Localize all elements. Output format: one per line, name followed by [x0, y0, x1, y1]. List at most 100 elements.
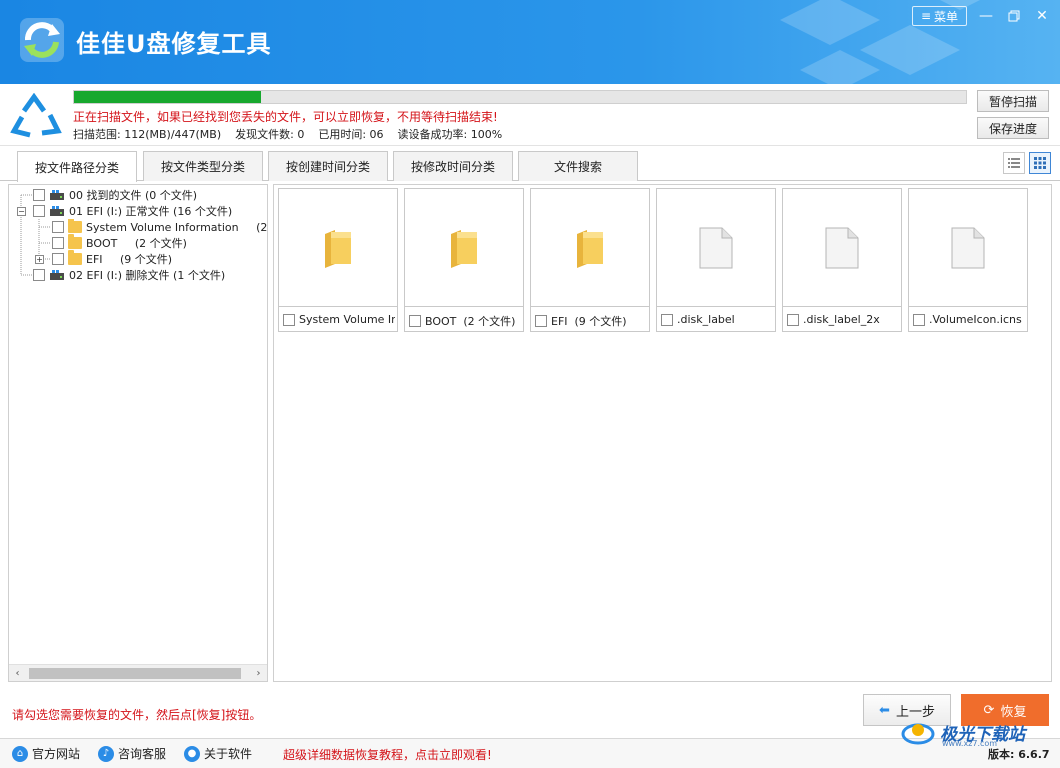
scroll-right-icon[interactable]: ›: [250, 665, 267, 682]
tree-item-efi-normal[interactable]: 01 EFI (I:) 正常文件 (16 个文件): [33, 203, 232, 219]
file-name: BOOT (2 个文件): [425, 315, 516, 328]
file-thumbnail: [783, 189, 901, 307]
file-thumbnail: [909, 189, 1027, 307]
file-checkbox[interactable]: [535, 315, 547, 327]
tree-checkbox[interactable]: [33, 189, 45, 201]
tab-by-created-time[interactable]: 按创建时间分类: [268, 151, 388, 181]
about-label: 关于软件: [204, 747, 253, 761]
scan-progress-bar: [73, 90, 967, 104]
tree-checkbox[interactable]: [52, 237, 64, 249]
tree-item-label: BOOT (2 个文件): [86, 237, 187, 250]
watermark: 极光下载站 www.xz7.com: [900, 716, 1025, 748]
file-card[interactable]: System Volume In...: [278, 188, 398, 332]
scan-status-area: 正在扫描文件，如果已经找到您丢失的文件，可以立即恢复，不用等待扫描结束! 扫描范…: [0, 84, 1060, 146]
tree-item-label: 01 EFI (I:) 正常文件 (16 个文件): [69, 205, 233, 218]
drive-icon: [50, 206, 64, 216]
customer-service-label: 咨询客服: [118, 747, 167, 761]
tree-item-label: System Volume Information (2 个文: [86, 221, 268, 234]
tree-item-label: 02 EFI (I:) 删除文件 (1 个文件): [69, 269, 226, 282]
list-view-icon: [1008, 158, 1020, 168]
file-checkbox[interactable]: [787, 313, 799, 326]
file-grid-panel: System Volume In... BOOT (2 个文件) EFI (9 …: [273, 184, 1052, 682]
scan-progress-fill: [74, 91, 262, 103]
tree-horizontal-scrollbar[interactable]: ‹ ›: [9, 664, 267, 681]
scroll-thumb[interactable]: [29, 668, 241, 679]
folder-icon: [68, 219, 82, 233]
file-checkbox[interactable]: [661, 313, 673, 326]
official-site-link[interactable]: ⌂ 官方网站: [12, 745, 80, 762]
tree-checkbox[interactable]: [52, 253, 64, 265]
file-caption: BOOT (2 个文件): [409, 313, 521, 329]
menu-button[interactable]: ≡ 菜单: [912, 6, 967, 26]
list-view-button[interactable]: [1003, 152, 1025, 174]
grid-view-button[interactable]: [1029, 152, 1051, 174]
tree-item-system-volume[interactable]: System Volume Information (2 个文: [52, 219, 268, 235]
app-logo-icon: [20, 18, 64, 62]
found-count: 发现文件数: 0: [235, 128, 305, 141]
scan-stats: 扫描范围: 112(MB)/447(MB) 发现文件数: 0 已用时间: 06 …: [73, 126, 502, 142]
watermark-url: www.xz7.com: [942, 739, 998, 748]
file-name: .disk_label_2x: [803, 313, 880, 326]
file-checkbox[interactable]: [913, 313, 925, 326]
scroll-left-icon[interactable]: ‹: [9, 665, 26, 682]
folder-icon: [451, 229, 477, 268]
tree-item-label: EFI (9 个文件): [86, 253, 173, 266]
file-caption: System Volume In...: [283, 313, 395, 326]
file-card[interactable]: BOOT (2 个文件): [404, 188, 524, 332]
file-card[interactable]: EFI (9 个文件): [530, 188, 650, 332]
app-title: 佳佳U盘修复工具: [76, 30, 272, 58]
folder-tree-panel: − + 00 找到的文件 (0 个文件) 01 EFI (I:) 正常文件 (1…: [8, 184, 268, 682]
file-card[interactable]: .disk_label_2x: [782, 188, 902, 332]
maximize-button[interactable]: [1003, 6, 1025, 26]
file-name: .VolumeIcon.icns: [929, 313, 1022, 326]
file-icon: [699, 227, 733, 268]
tree-item-boot[interactable]: BOOT (2 个文件): [52, 234, 187, 251]
customer-service-link[interactable]: ♪ 咨询客服: [98, 745, 166, 762]
tree-item-found-files[interactable]: 00 找到的文件 (0 个文件): [33, 187, 197, 203]
tab-by-path[interactable]: 按文件路径分类: [17, 151, 137, 182]
file-thumbnail: [279, 189, 397, 307]
tree-checkbox[interactable]: [33, 269, 45, 281]
tree-item-efi-deleted[interactable]: 02 EFI (I:) 删除文件 (1 个文件): [33, 267, 225, 283]
file-name: .disk_label: [677, 313, 735, 326]
file-thumbnail: [405, 189, 523, 307]
file-icon: [951, 227, 985, 268]
folder-icon: [325, 229, 351, 268]
file-card[interactable]: .disk_label: [656, 188, 776, 332]
home-icon: ⌂: [12, 745, 28, 762]
minimize-button[interactable]: —: [975, 6, 997, 26]
drive-icon: [50, 270, 64, 280]
file-name: EFI (9 个文件): [551, 315, 627, 328]
expand-toggle[interactable]: +: [35, 255, 44, 264]
tab-file-search[interactable]: 文件搜索: [518, 151, 638, 181]
scan-recycle-icon: [10, 93, 62, 138]
minimize-icon: —: [979, 8, 993, 24]
file-checkbox[interactable]: [283, 313, 295, 326]
user-icon: ●: [184, 745, 200, 762]
version-label: 版本: 6.6.7: [988, 748, 1050, 761]
file-checkbox[interactable]: [409, 315, 421, 327]
file-icon: [825, 227, 859, 268]
close-button[interactable]: ✕: [1031, 6, 1053, 26]
about-link[interactable]: ● 关于软件: [184, 745, 252, 762]
title-bar: 佳佳U盘修复工具 ≡ 菜单 — ✕: [0, 0, 1060, 84]
recover-hint: 请勾选您需要恢复的文件，然后点[恢复]按钮。: [12, 708, 262, 722]
collapse-toggle[interactable]: −: [17, 207, 26, 216]
file-caption: EFI (9 个文件): [535, 313, 647, 329]
file-card[interactable]: .VolumeIcon.icns: [908, 188, 1028, 332]
close-icon: ✕: [1036, 8, 1048, 24]
tutorial-promo-link[interactable]: 超级详细数据恢复教程，点击立即观看!: [283, 746, 492, 763]
tree-item-efi-folder[interactable]: EFI (9 个文件): [52, 250, 173, 267]
save-progress-button[interactable]: 保存进度: [977, 117, 1049, 139]
pause-scan-button[interactable]: 暂停扫描: [977, 90, 1049, 112]
tab-by-type[interactable]: 按文件类型分类: [143, 151, 263, 181]
tab-by-modified-time[interactable]: 按修改时间分类: [393, 151, 513, 181]
file-caption: .VolumeIcon.icns: [913, 313, 1025, 326]
folder-icon: [68, 250, 82, 265]
tree-checkbox[interactable]: [33, 205, 45, 217]
file-caption: .disk_label: [661, 313, 773, 326]
grid-view-icon: [1034, 157, 1046, 169]
tree-checkbox[interactable]: [52, 221, 64, 233]
category-tabs: 按文件路径分类 按文件类型分类 按创建时间分类 按修改时间分类 文件搜索: [0, 148, 1060, 182]
file-caption: .disk_label_2x: [787, 313, 899, 326]
